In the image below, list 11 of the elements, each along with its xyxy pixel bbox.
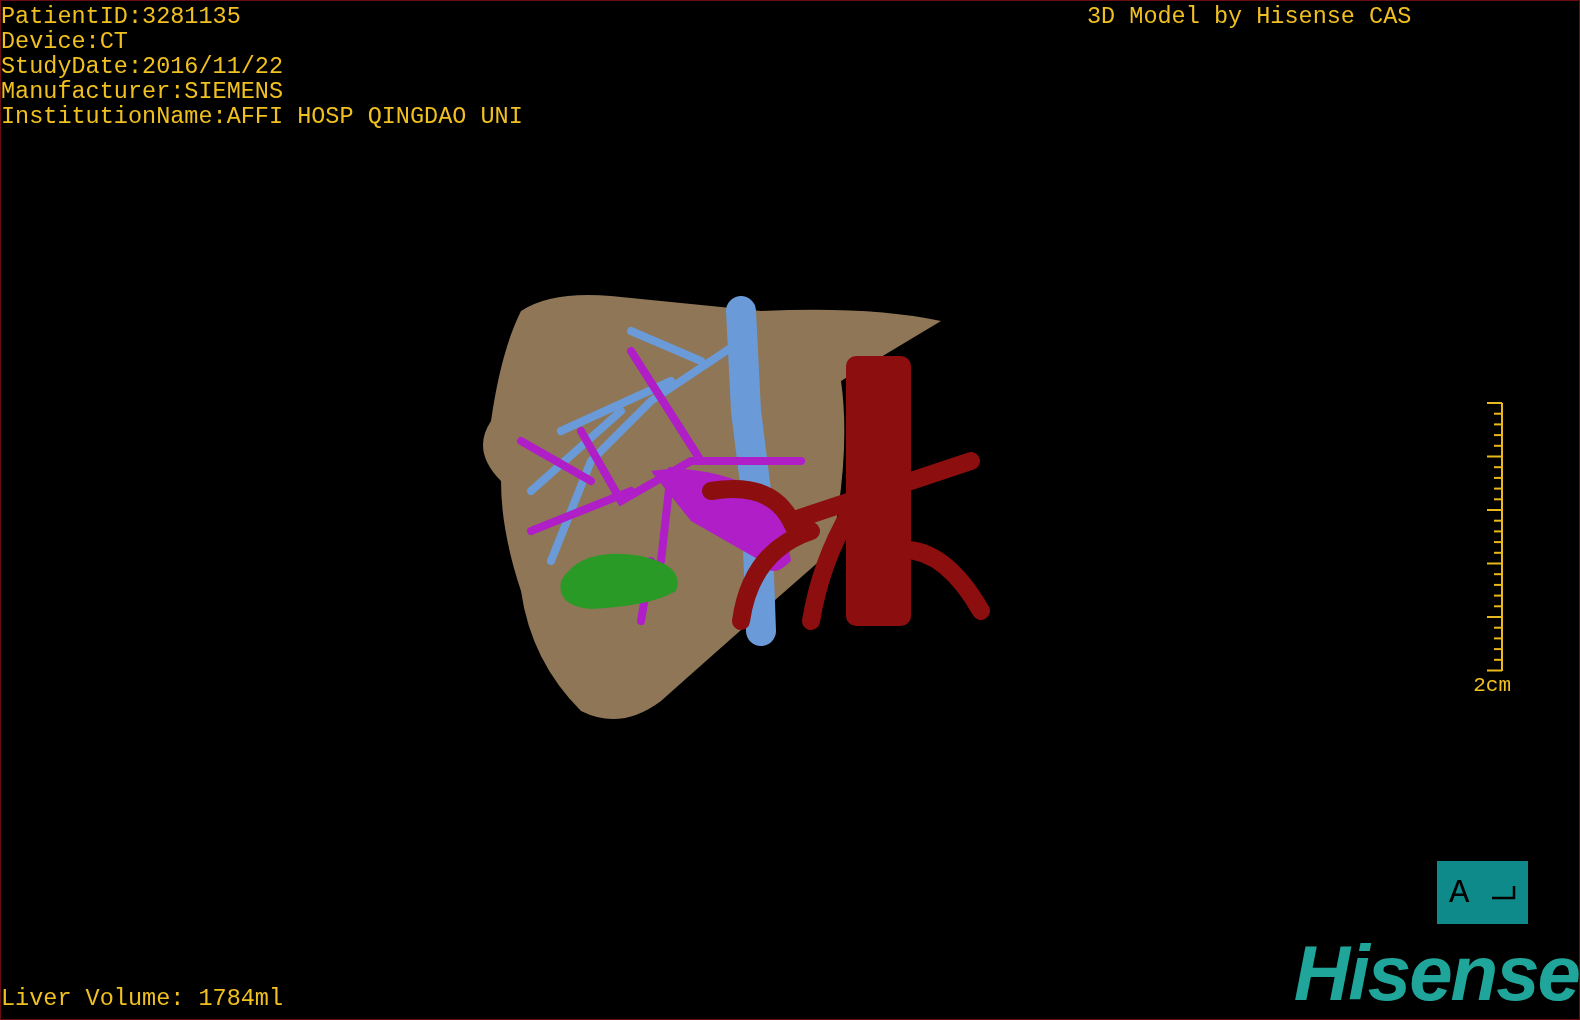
study-info-text: InstitutionName:AFFI HOSP QINGDAO UNI xyxy=(1,104,523,129)
study-info-text: StudyDate:2016/11/22 xyxy=(1,54,285,79)
logo: Hisense xyxy=(1293,931,1579,1015)
study-info-text: Manufacturer:SIEMENS xyxy=(1,79,285,104)
model-title: 3D Model by Hisense CAS xyxy=(1087,4,1412,29)
orientation-label: A xyxy=(1449,873,1470,912)
corner-icon xyxy=(1492,885,1516,900)
study-info-text: Device:CT xyxy=(1,29,129,54)
study-info-text: PatientID:3281135 xyxy=(1,4,242,29)
liver-volume-text: Liver Volume: 1784ml xyxy=(1,986,284,1011)
scale-label: 2cm xyxy=(1473,673,1511,698)
